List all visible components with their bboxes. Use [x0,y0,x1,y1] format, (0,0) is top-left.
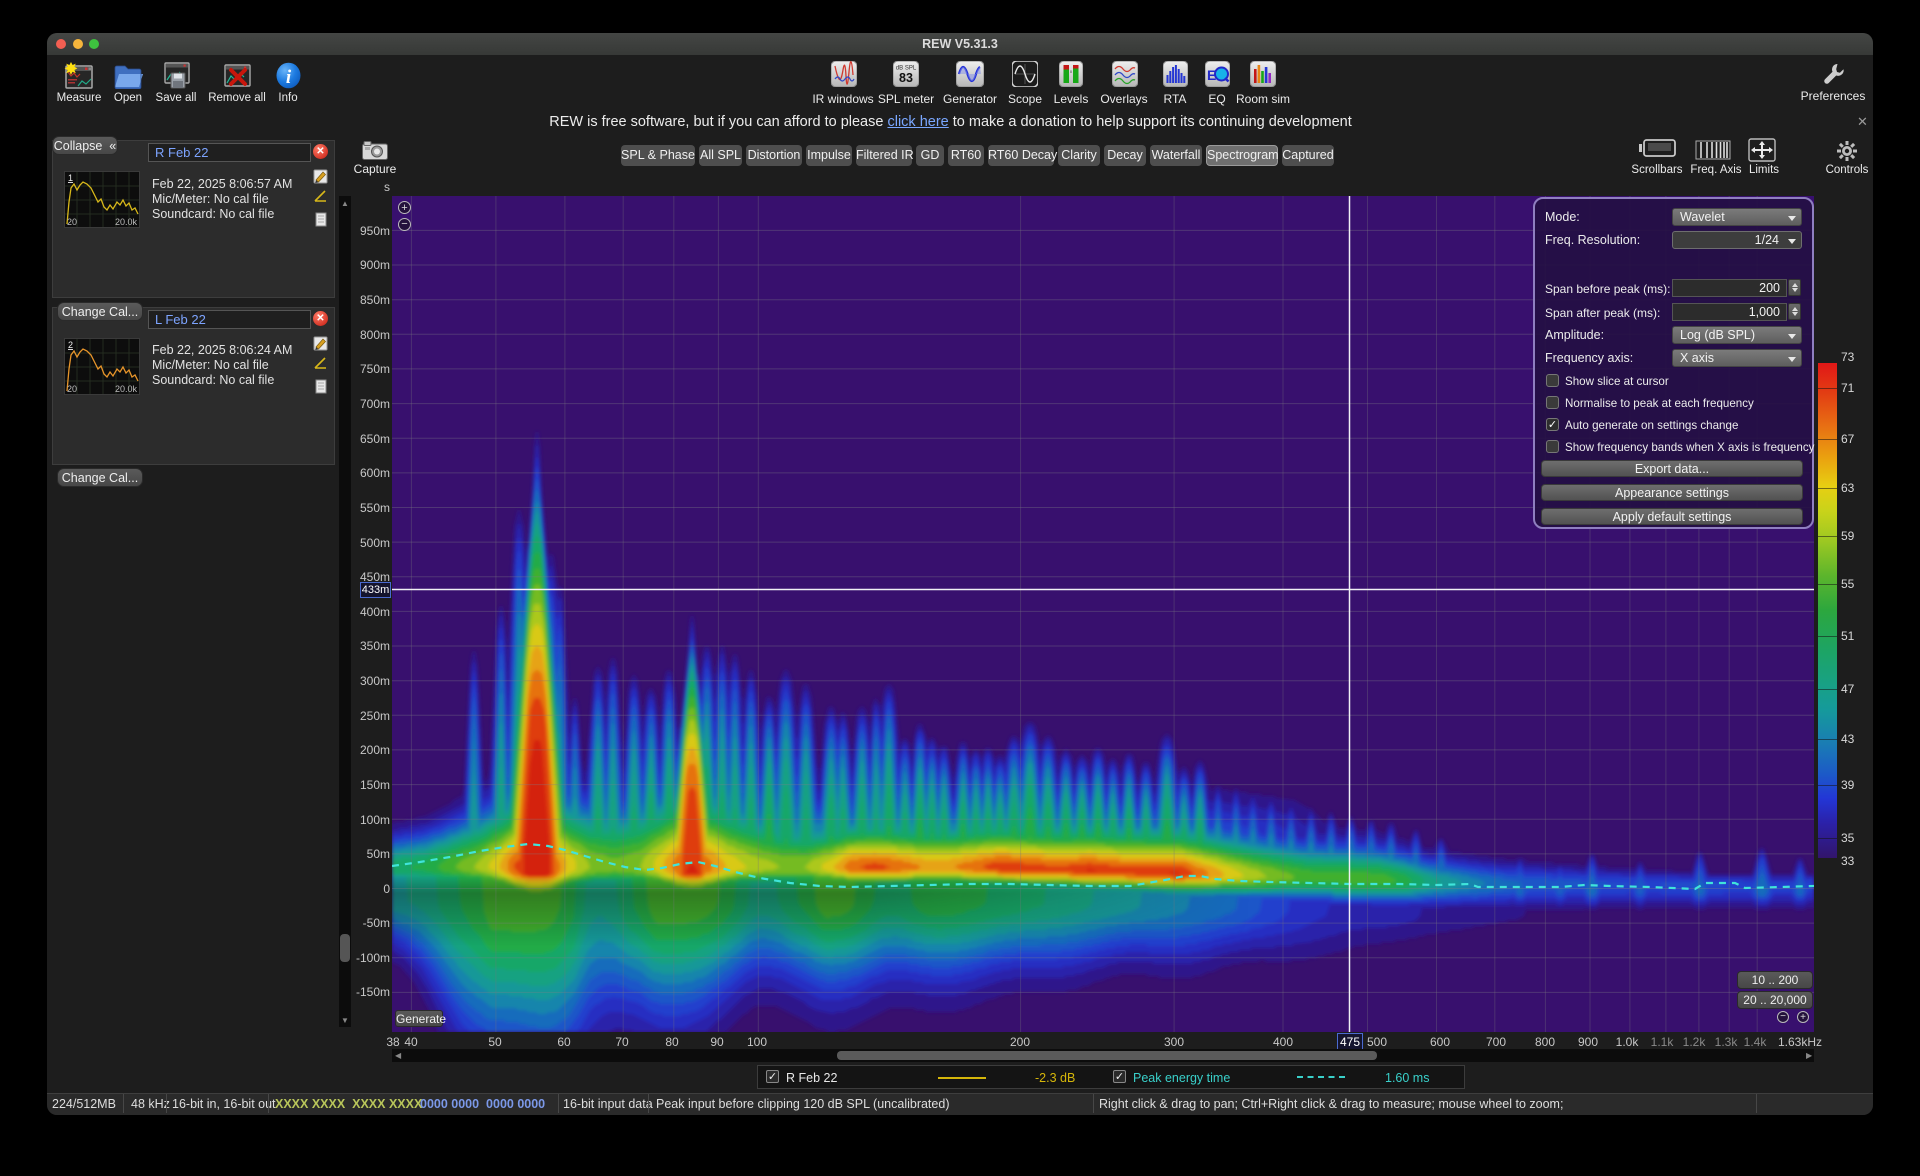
svg-text:83: 83 [899,71,913,85]
svg-text:i: i [286,67,292,88]
svg-text:20.0k: 20.0k [115,217,138,227]
svg-text:20: 20 [67,384,77,394]
svg-text:1: 1 [68,173,73,183]
svg-text:20.0k: 20.0k [115,384,138,394]
svg-text:20: 20 [67,217,77,227]
svg-text:2: 2 [68,340,73,350]
